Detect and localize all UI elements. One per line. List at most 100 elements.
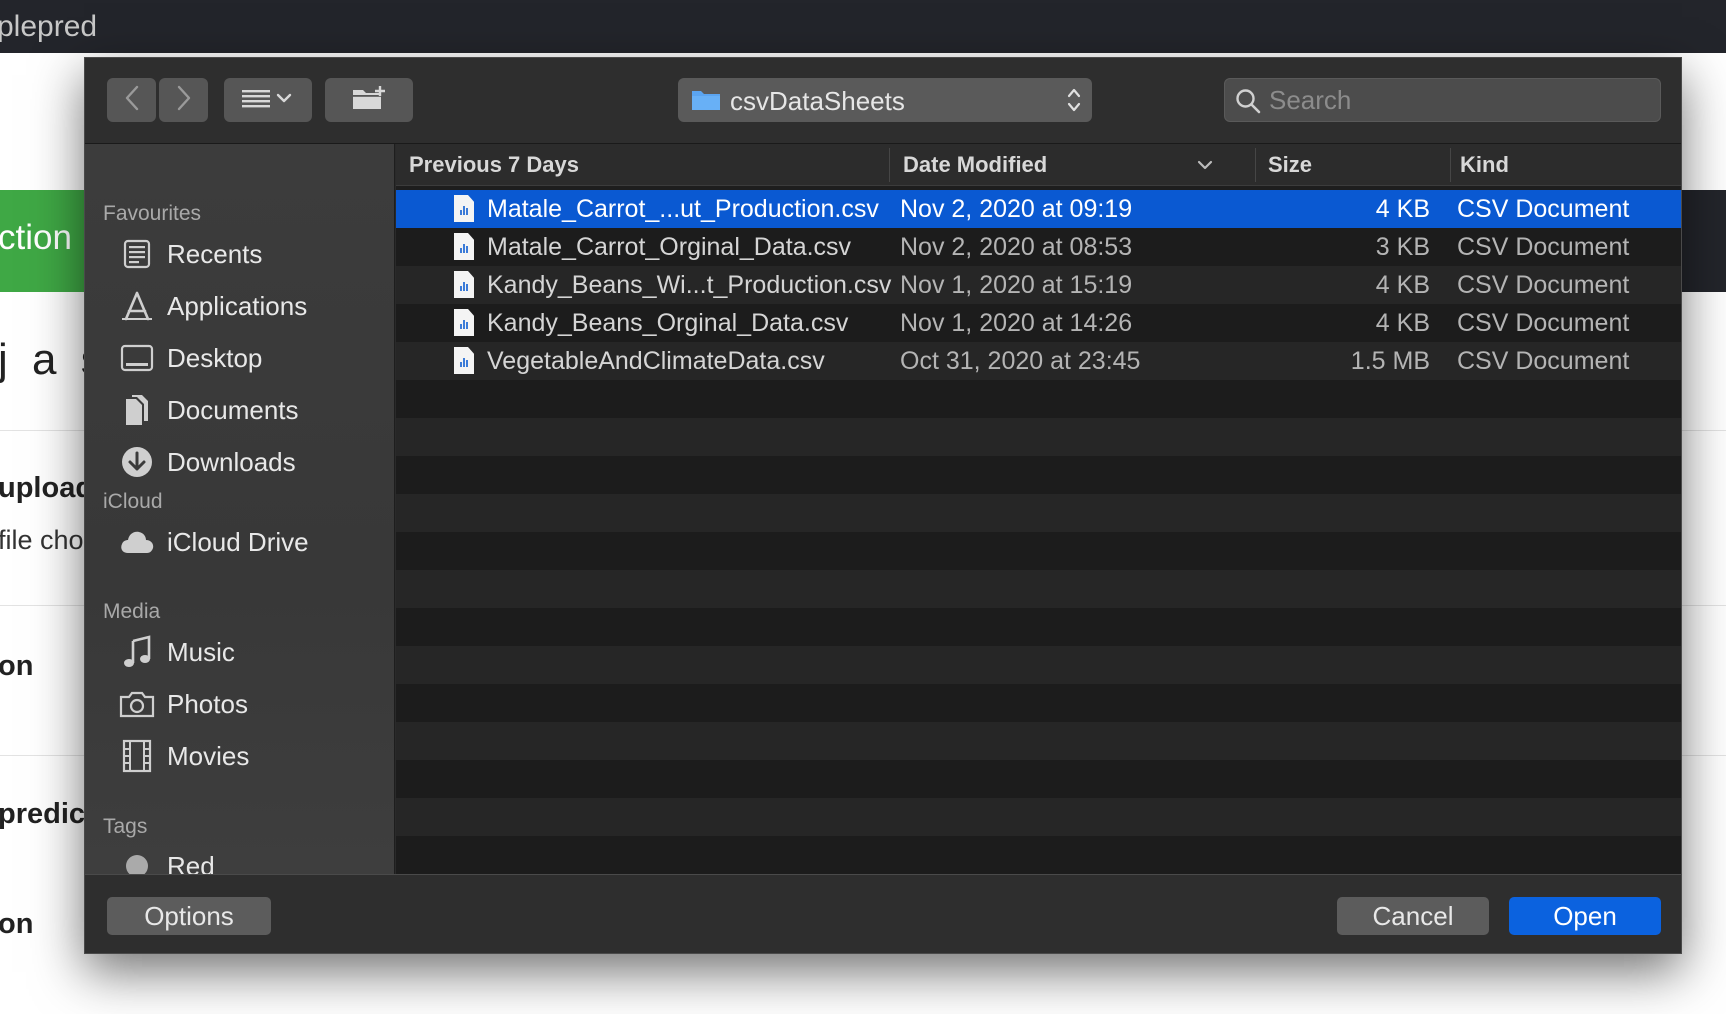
options-button[interactable]: Options	[107, 897, 271, 935]
sidebar-item-label: iCloud Drive	[167, 526, 309, 557]
sidebar: Favourites Recents Applications Desktop …	[85, 144, 395, 874]
empty-row	[396, 570, 1681, 608]
upload-label: upload	[0, 472, 94, 504]
sidebar-item-applications[interactable]: Applications	[119, 286, 379, 326]
chevron-left-icon	[123, 84, 141, 117]
file-row[interactable]: Kandy_Beans_Wi...t_Production.csv Nov 1,…	[396, 266, 1681, 304]
empty-row	[396, 418, 1681, 456]
section-label: on	[0, 650, 34, 682]
empty-row	[396, 798, 1681, 836]
app-title: plepred	[0, 10, 98, 43]
sidebar-item-recents[interactable]: Recents	[119, 234, 379, 274]
csv-file-icon	[454, 271, 474, 298]
sort-chevron-down-icon[interactable]	[1196, 156, 1214, 179]
csv-file-icon	[454, 309, 474, 336]
location-label: csvDataSheets	[730, 86, 905, 116]
sidebar-item-label: Photos	[167, 688, 248, 719]
csv-file-icon	[454, 233, 474, 260]
sidebar-item-label: Red	[167, 850, 215, 875]
csv-file-icon	[454, 195, 474, 222]
sidebar-item-label: Music	[167, 636, 235, 667]
search-field[interactable]	[1224, 78, 1661, 122]
column-divider	[1255, 148, 1256, 182]
open-button[interactable]: Open	[1509, 897, 1661, 935]
file-name: VegetableAndClimateData.csv	[487, 347, 825, 375]
camera-icon	[119, 686, 155, 722]
file-size: 4 KB	[1375, 195, 1430, 223]
file-size: 3 KB	[1375, 233, 1430, 261]
empty-row	[396, 722, 1681, 760]
applications-icon	[119, 288, 155, 324]
file-row[interactable]: Matale_Carrot_Orginal_Data.csv Nov 2, 20…	[396, 228, 1681, 266]
sidebar-item-downloads[interactable]: Downloads	[119, 442, 379, 482]
view-options-button[interactable]	[224, 78, 312, 122]
column-header-kind[interactable]: Kind	[1460, 152, 1509, 178]
column-divider	[889, 148, 890, 182]
file-size: 1.5 MB	[1350, 347, 1430, 375]
csv-file-icon	[454, 347, 474, 374]
empty-row	[396, 646, 1681, 684]
sidebar-section-favourites: Favourites	[103, 202, 202, 225]
column-header-date-modified[interactable]: Date Modified	[903, 152, 1047, 178]
sidebar-item-label: Downloads	[167, 446, 296, 477]
empty-row	[396, 456, 1681, 494]
file-date: Nov 1, 2020 at 15:19	[900, 271, 1133, 299]
dialog-footer: Options Cancel Open	[85, 874, 1681, 953]
cloud-icon	[119, 524, 155, 560]
sidebar-item-music[interactable]: Music	[119, 632, 379, 672]
sidebar-item-documents[interactable]: Documents	[119, 390, 379, 430]
sidebar-item-movies[interactable]: Movies	[119, 736, 379, 776]
section-label: on	[0, 908, 34, 940]
sidebar-section-icloud: iCloud	[103, 490, 163, 513]
browser-top-bar: plepred	[0, 0, 1726, 53]
folder-icon	[691, 89, 721, 116]
file-date: Oct 31, 2020 at 23:45	[900, 347, 1141, 375]
forward-button[interactable]	[159, 78, 208, 122]
file-date: Nov 2, 2020 at 09:19	[900, 195, 1133, 223]
file-chooser-text: file cho	[0, 525, 84, 555]
file-kind: CSV Document	[1457, 347, 1630, 375]
sidebar-item-icloud-drive[interactable]: iCloud Drive	[119, 522, 379, 562]
tag-dot-icon	[119, 848, 155, 874]
sidebar-item-photos[interactable]: Photos	[119, 684, 379, 724]
sidebar-item-desktop[interactable]: Desktop	[119, 338, 379, 378]
file-size: 4 KB	[1375, 271, 1430, 299]
updown-chevron-icon	[1066, 86, 1082, 119]
film-icon	[119, 738, 155, 774]
sidebar-section-tags: Tags	[103, 815, 148, 838]
back-button[interactable]	[107, 78, 156, 122]
new-folder-icon	[351, 85, 387, 116]
sidebar-item-label: Desktop	[167, 342, 263, 373]
chevron-right-icon	[175, 84, 193, 117]
list-view-icon	[240, 86, 296, 115]
file-name: Matale_Carrot_...ut_Production.csv	[487, 195, 879, 223]
new-folder-button[interactable]	[325, 78, 413, 122]
sidebar-item-tag-red[interactable]: Red	[119, 846, 379, 874]
file-kind: CSV Document	[1457, 233, 1630, 261]
file-name: Kandy_Beans_Orginal_Data.csv	[487, 309, 849, 337]
sidebar-item-label: Movies	[167, 740, 250, 771]
file-kind: CSV Document	[1457, 195, 1630, 223]
file-kind: CSV Document	[1457, 309, 1630, 337]
empty-row	[396, 532, 1681, 570]
downloads-icon	[119, 444, 155, 480]
empty-row	[396, 836, 1681, 874]
dark-banner-right	[1680, 190, 1726, 292]
file-row[interactable]: VegetableAndClimateData.csv Oct 31, 2020…	[396, 342, 1681, 380]
file-size: 4 KB	[1375, 309, 1430, 337]
file-row[interactable]: Matale_Carrot_...ut_Production.csv Nov 2…	[396, 190, 1681, 228]
open-file-dialog: csvDataSheets Favourites	[84, 57, 1682, 954]
sidebar-item-label: Documents	[167, 394, 299, 425]
file-date: Nov 1, 2020 at 14:26	[900, 309, 1133, 337]
location-popup[interactable]: csvDataSheets	[678, 78, 1092, 122]
cancel-button[interactable]: Cancel	[1337, 897, 1489, 935]
column-header-name[interactable]: Previous 7 Days	[409, 152, 579, 178]
empty-row	[396, 494, 1681, 532]
file-list-header: Previous 7 Days Date Modified Size Kind	[396, 144, 1681, 186]
file-kind: CSV Document	[1457, 271, 1630, 299]
file-row[interactable]: Kandy_Beans_Orginal_Data.csv Nov 1, 2020…	[396, 304, 1681, 342]
search-input[interactable]	[1269, 79, 1649, 121]
sidebar-item-label: Applications	[167, 290, 308, 321]
sidebar-section-media: Media	[103, 600, 161, 623]
column-header-size[interactable]: Size	[1268, 152, 1312, 178]
